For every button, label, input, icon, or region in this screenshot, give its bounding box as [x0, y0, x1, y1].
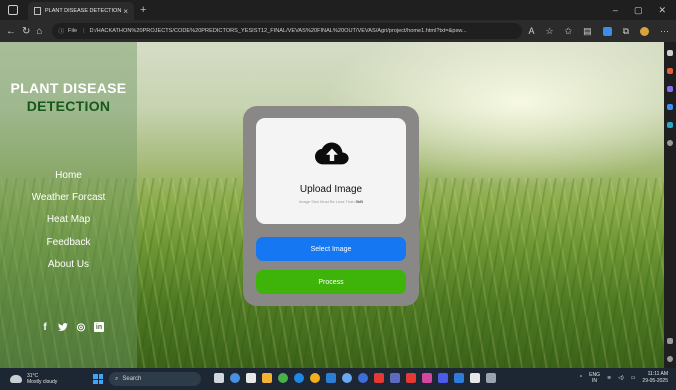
read-aloud-icon[interactable]: A	[528, 26, 534, 36]
photos-icon[interactable]	[358, 373, 368, 383]
nav-feedback[interactable]: Feedback	[0, 237, 137, 248]
linkedin-icon[interactable]: in	[94, 322, 104, 332]
instagram-app-icon[interactable]	[422, 373, 432, 383]
start-icon[interactable]	[93, 374, 103, 384]
url-separator: |	[83, 28, 85, 34]
app-icon[interactable]	[342, 373, 352, 383]
store-icon[interactable]	[390, 373, 400, 383]
info-icon[interactable]: ⓘ	[58, 27, 64, 35]
weather-widget[interactable]: 31°C Mostly cloudy	[10, 373, 80, 385]
facebook-icon[interactable]: f	[40, 322, 50, 333]
upload-card: Upload Image Image Size Must Be Less Tha…	[243, 106, 419, 306]
language-indicator[interactable]: ENG IN	[589, 372, 600, 384]
upload-title: Upload Image	[299, 184, 363, 195]
clock[interactable]: 11:11 AM 29-05-2025	[642, 371, 668, 385]
file-label: File	[68, 28, 78, 34]
notepad-icon[interactable]	[470, 373, 480, 383]
shopping-icon[interactable]	[667, 68, 673, 74]
upload-size-note: Image Size Must Be Less Than 5kB	[256, 199, 406, 204]
clock-date: 29-05-2025	[642, 378, 668, 384]
close-window-button[interactable]: ✕	[658, 5, 666, 16]
browser-tab[interactable]: PLANT DISEASE DETECTION ×	[28, 2, 134, 20]
favorite-icon[interactable]: ☆	[545, 26, 553, 37]
split-screen-icon[interactable]: ▤	[583, 26, 592, 37]
clock-time: 11:11 AM	[647, 371, 668, 377]
system-tray: ^ ENG IN ≋ ◁) ▭ 11:11 AM 29-05-2025	[580, 371, 668, 385]
window-controls: – ▢ ✕	[613, 0, 676, 20]
chevron-up-icon[interactable]: ^	[580, 375, 582, 381]
pdf-icon[interactable]	[406, 373, 416, 383]
terminal-icon[interactable]	[486, 373, 496, 383]
nav-heat-map[interactable]: Heat Map	[0, 214, 137, 225]
minimize-button[interactable]: –	[613, 5, 618, 15]
battery-icon[interactable]: ▭	[631, 375, 636, 381]
edge-icon[interactable]	[278, 373, 288, 383]
taskbar-apps	[214, 373, 496, 383]
folder-icon[interactable]	[262, 373, 272, 383]
teams-icon[interactable]	[438, 373, 448, 383]
nav-home[interactable]: Home	[0, 170, 137, 181]
nav-about-us[interactable]: About Us	[0, 259, 137, 270]
favorites-bar-icon[interactable]: ✩	[565, 26, 573, 37]
edge-sidebar	[664, 42, 676, 368]
screen: PLANT DISEASE DETECTION × + – ▢ ✕ ← ↻ ⌂ …	[0, 0, 676, 390]
tab-close-icon[interactable]: ×	[123, 7, 128, 16]
cloud-upload-icon	[315, 142, 349, 165]
collections-icon[interactable]: ⧉	[623, 26, 629, 37]
refresh-icon[interactable]: ↻	[22, 26, 30, 37]
brand-title-line2: DETECTION	[26, 98, 111, 114]
twitter-icon[interactable]	[58, 322, 68, 332]
process-button[interactable]: Process	[256, 270, 406, 294]
search-icon: ⌕	[115, 375, 119, 382]
task-view-icon[interactable]	[214, 373, 224, 383]
workspaces-icon[interactable]	[8, 5, 18, 15]
search-icon[interactable]	[667, 50, 673, 56]
word-icon[interactable]	[454, 373, 464, 383]
toolbar-icons: A ☆ ✩ ▤ ⧉ ···	[528, 24, 676, 38]
home-icon[interactable]: ⌂	[36, 26, 42, 37]
browser-icon[interactable]	[294, 373, 304, 383]
region-code: IN	[592, 378, 598, 384]
cloud-icon	[10, 375, 22, 383]
more-icon[interactable]: ···	[660, 26, 669, 36]
chat-icon[interactable]	[230, 373, 240, 383]
profile-icon[interactable]	[640, 26, 650, 36]
browser-tab-bar: PLANT DISEASE DETECTION × + – ▢ ✕	[0, 0, 676, 20]
back-icon[interactable]: ←	[6, 26, 16, 37]
outlook-icon[interactable]	[667, 122, 673, 128]
settings-icon[interactable]	[667, 356, 673, 362]
taskbar: 31°C Mostly cloudy ⌕ Search ^ ENG IN ≋ ◁…	[0, 368, 676, 390]
extension-icon[interactable]	[602, 26, 612, 36]
new-tab-button[interactable]: +	[140, 4, 146, 16]
add-icon[interactable]	[667, 140, 673, 146]
nav-weather-forecast[interactable]: Weather Forcast	[0, 192, 137, 203]
taskbar-search-label: Search	[122, 376, 142, 382]
social-links: f ◎ in	[40, 322, 104, 333]
volume-icon[interactable]: ◁)	[618, 375, 624, 381]
maximize-button[interactable]: ▢	[634, 5, 643, 16]
web-page: PLANT DISEASE DETECTION Home Weather For…	[0, 42, 664, 368]
chrome-icon[interactable]	[310, 373, 320, 383]
upload-size-limit: 5kB	[355, 199, 363, 204]
tab-title: PLANT DISEASE DETECTION	[45, 8, 122, 14]
url-field[interactable]: ⓘ File | D:/HACKATHON%20PROJECTS/CODE%20…	[52, 23, 523, 39]
url-text: D:/HACKATHON%20PROJECTS/CODE%20PREDICTOR…	[89, 28, 467, 34]
site-sidebar: PLANT DISEASE DETECTION Home Weather For…	[0, 42, 137, 368]
games-icon[interactable]	[667, 104, 673, 110]
brand-title-line1: PLANT DISEASE	[10, 80, 127, 96]
weather-condition: Mostly cloudy	[27, 379, 58, 385]
upload-note-text: Image Size Must Be Less Than	[299, 199, 356, 204]
select-image-button[interactable]: Select Image	[256, 237, 406, 261]
file-explorer-icon[interactable]	[246, 373, 256, 383]
wifi-icon[interactable]: ≋	[607, 375, 611, 381]
page-icon	[34, 7, 41, 15]
tools-icon[interactable]	[667, 86, 673, 92]
address-toolbar: ← ↻ ⌂ ⓘ File | D:/HACKATHON%20PROJECTS/C…	[0, 20, 676, 42]
upload-dropzone[interactable]: Upload Image Image Size Must Be Less Tha…	[256, 118, 406, 224]
youtube-icon[interactable]	[374, 373, 384, 383]
taskbar-search[interactable]: ⌕ Search	[109, 372, 201, 386]
sidebar-toggle-icon[interactable]	[667, 338, 673, 344]
instagram-icon[interactable]: ◎	[76, 322, 86, 333]
vscode-icon[interactable]	[326, 373, 336, 383]
